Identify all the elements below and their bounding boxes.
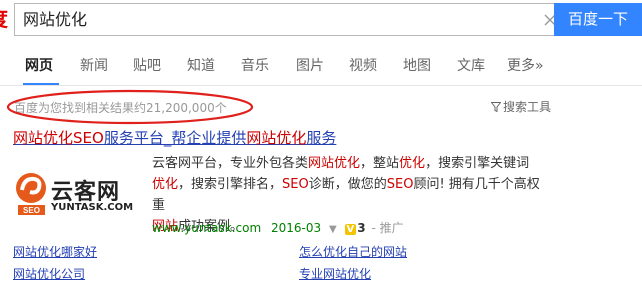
result-meta: www.yuntask.com 2016-03 ▼ V3 - 推广 [152,219,404,236]
annotation-ellipse [6,89,254,125]
abstract-highlight: 优化 [152,177,179,192]
title-text: 服务 [306,129,337,147]
sublink[interactable]: 专业网站优化 [299,265,371,282]
tab-music[interactable]: 音乐 [241,55,269,75]
abstract-highlight: SEO [282,177,309,192]
tab-video[interactable]: 视频 [349,55,377,75]
v-level-badge[interactable]: V3 [344,221,366,235]
abstract-text: ，搜索引擎排名， [178,177,283,192]
result-title-link[interactable]: 网站优化SEO服务平台_帮企业提供网站优化服务 [13,127,336,148]
baidu-logo-fragment[interactable]: 度 [0,8,8,30]
logo-text: 度 [0,8,8,30]
search-input[interactable] [23,4,523,35]
tab-web[interactable]: 网页 [25,55,53,75]
search-tools-label: 搜索工具 [503,100,552,114]
abstract-text: ，搜索引擎关键词 [425,156,530,171]
tab-map[interactable]: 地图 [403,55,431,75]
title-text: 服务平台_帮企业提供 [103,129,247,147]
title-highlight: 网站优化 [246,129,307,147]
search-tabs: 网页 新闻 贴吧 知道 音乐 图片 视频 地图 文库 更多» [0,44,642,86]
tab-zhidao[interactable]: 知道 [187,55,215,75]
abstract-text: 云客网平台，专业外包各类 [152,156,309,171]
promo-label: - 推广 [371,221,404,235]
sublink[interactable]: 网站优化公司 [13,265,85,282]
abstract-highlight: 优化 [399,156,426,171]
search-box [14,3,556,36]
v-level: 3 [357,221,366,235]
result-url[interactable]: www.yuntask.com [152,221,261,235]
tab-news[interactable]: 新闻 [80,55,108,75]
tab-images[interactable]: 图片 [296,55,324,75]
tab-more[interactable]: 更多» [507,55,544,75]
search-button[interactable]: 百度一下 [554,3,642,36]
filter-icon [491,102,501,112]
site-logo-domain: YUNTASK.COM [51,202,134,213]
v-icon: V [344,224,357,235]
search-tools[interactable]: 搜索工具 [491,98,551,115]
abstract-text: ，整站 [360,156,400,171]
abstract-highlight: SEO [386,177,414,192]
tab-tieba[interactable]: 贴吧 [133,55,161,75]
sublink[interactable]: 网站优化哪家好 [13,243,97,260]
active-tab-indicator [23,83,59,85]
title-highlight: 网站优化 [13,129,74,147]
abstract-text: 诊断，做您的 [308,177,387,192]
caret-down-icon[interactable]: ▼ [329,224,337,235]
seo-badge-text: SEO [23,206,40,215]
abstract-highlight: 网站优化 [308,156,361,171]
result-date: 2016-03 [271,221,322,235]
title-highlight: SEO [73,129,104,147]
sublink[interactable]: 怎么优化自己的网站 [299,243,407,260]
tab-wenku[interactable]: 文库 [457,55,485,75]
